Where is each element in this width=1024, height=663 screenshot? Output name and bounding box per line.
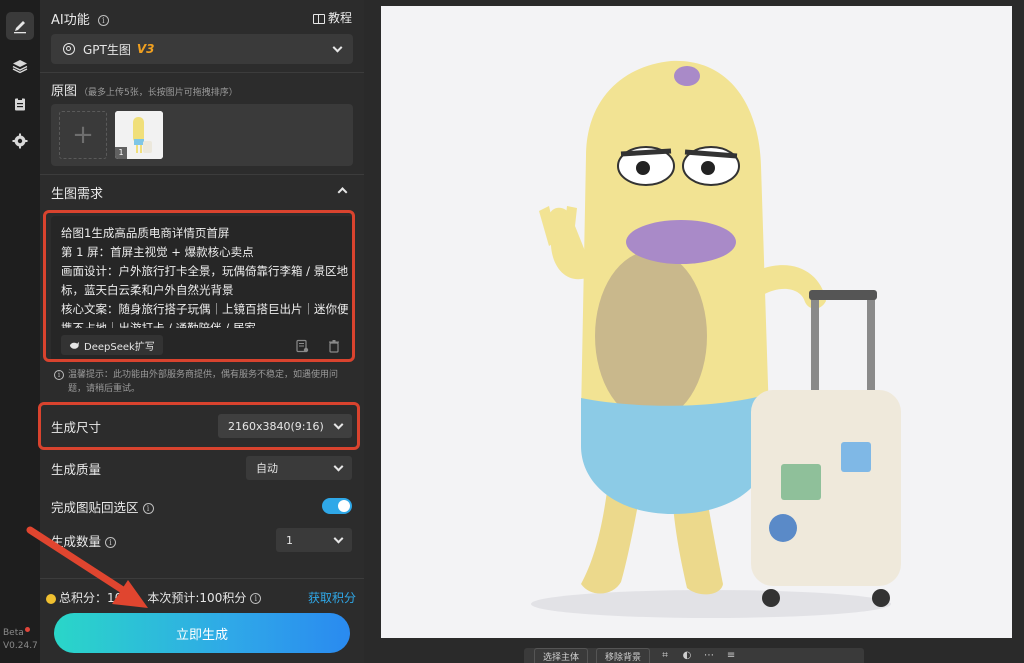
divider xyxy=(40,72,364,73)
tutorial-link[interactable]: 教程 xyxy=(312,9,352,26)
hint-info-icon: i xyxy=(54,370,64,380)
model-select[interactable]: GPT生图 V3 xyxy=(51,34,353,64)
app-root: Beta V0.24.7 AI功能 i 教程 GPT生图 V3 原图 （最多上传5… xyxy=(0,0,1024,663)
coin-icon xyxy=(46,593,56,604)
more-icon[interactable]: ⋯ xyxy=(702,650,716,662)
count-value: 1 xyxy=(286,533,293,547)
chevron-down-icon xyxy=(332,42,343,53)
quality-label: 生成质量 xyxy=(51,461,102,477)
divider xyxy=(40,174,364,175)
paste-back-label-wrap: 完成图贴回选区 i xyxy=(51,497,154,516)
source-header: 原图 （最多上传5张，长按图片可拖拽排序） xyxy=(51,80,238,99)
mask-icon[interactable]: ◐ xyxy=(680,650,694,662)
generate-footer: 总积分：1049 本次预计:100积分 i 获取积分 立即生成 xyxy=(40,578,364,663)
remove-background-label: 移除背景 xyxy=(605,652,642,663)
generate-button[interactable]: 立即生成 xyxy=(54,613,350,653)
info-icon[interactable]: i xyxy=(105,536,117,548)
gear-icon[interactable] xyxy=(6,127,34,155)
total-points: 总积分：1049 xyxy=(59,591,138,605)
model-name: GPT生图 xyxy=(83,42,131,57)
plus-icon: + xyxy=(72,120,94,150)
canvas-toolbar: 选择主体 移除背景 ⌗ ◐ ⋯ ≡ xyxy=(524,648,864,663)
chevron-down-icon xyxy=(333,461,344,472)
select-subject-label: 选择主体 xyxy=(543,652,580,663)
layers-icon[interactable] xyxy=(6,52,34,80)
info-icon[interactable]: i xyxy=(250,593,262,604)
chevron-up-icon[interactable] xyxy=(337,187,348,198)
quality-value: 自动 xyxy=(256,462,278,475)
count-label-wrap: 生成数量 i xyxy=(51,531,117,550)
service-hint: i 温馨提示：此功能由外部服务商提供，偶有服务不稳定，如遇使用问题，请稍后重试。 xyxy=(54,368,350,396)
book-icon xyxy=(312,13,325,24)
model-version: V3 xyxy=(136,42,155,56)
prompt-highlight-outline xyxy=(43,210,355,362)
settings-panel: AI功能 i 教程 GPT生图 V3 原图 （最多上传5张，长按图片可拖拽排序） … xyxy=(38,0,364,663)
quality-row: 生成质量 自动 xyxy=(40,449,364,487)
flower-icon xyxy=(63,43,75,55)
source-thumbnail[interactable]: 1 xyxy=(115,111,163,159)
size-highlight-outline xyxy=(38,402,360,450)
source-note: （最多上传5张，长按图片可拖拽排序） xyxy=(79,88,238,98)
result-image[interactable] xyxy=(381,6,1012,638)
ai-function-header: AI功能 i xyxy=(51,9,109,28)
upload-area: + 1 xyxy=(51,104,353,166)
canvas-area: 选择主体 移除背景 ⌗ ◐ ⋯ ≡ xyxy=(364,0,1024,663)
pen-icon[interactable] xyxy=(6,12,34,40)
quality-select[interactable]: 自动 xyxy=(246,456,352,480)
select-subject-button[interactable]: 选择主体 xyxy=(534,648,589,663)
beta-label: Beta xyxy=(3,628,24,638)
points-summary: 总积分：1049 本次预计:100积分 i xyxy=(46,589,262,606)
paste-back-row: 完成图贴回选区 i xyxy=(40,487,364,525)
count-select[interactable]: 1 xyxy=(276,528,352,552)
thumb-index-badge: 1 xyxy=(115,147,127,159)
get-points-link[interactable]: 获取积分 xyxy=(308,589,356,606)
info-icon[interactable]: i xyxy=(97,15,109,26)
info-icon[interactable]: i xyxy=(142,502,154,514)
count-row: 生成数量 i 1 xyxy=(40,521,364,559)
add-image-button[interactable]: + xyxy=(59,111,107,159)
plush-toy-image xyxy=(381,6,1012,638)
beta-dot xyxy=(24,627,30,632)
crop-icon[interactable]: ⌗ xyxy=(658,650,672,662)
hint-text: 温馨提示：此功能由外部服务商提供，偶有服务不稳定，如遇使用问题，请稍后重试。 xyxy=(68,370,339,394)
paste-back-label: 完成图贴回选区 xyxy=(51,499,139,515)
version-label: V0.24.7 xyxy=(3,641,38,651)
paste-back-toggle[interactable] xyxy=(322,498,352,514)
version-info: Beta V0.24.7 xyxy=(3,627,38,653)
count-label: 生成数量 xyxy=(51,533,102,549)
requirements-title: 生图需求 xyxy=(51,187,104,202)
chevron-down-icon xyxy=(333,533,344,544)
estimate-points: 本次预计:100积分 xyxy=(147,591,247,605)
ai-function-title: AI功能 xyxy=(51,13,90,28)
adjust-icon[interactable]: ≡ xyxy=(724,650,738,662)
remove-background-button[interactable]: 移除背景 xyxy=(596,648,651,663)
source-title: 原图 xyxy=(51,84,78,99)
clipboard-icon[interactable] xyxy=(6,90,34,118)
tutorial-label: 教程 xyxy=(327,11,352,25)
tool-rail: Beta V0.24.7 xyxy=(0,0,40,663)
